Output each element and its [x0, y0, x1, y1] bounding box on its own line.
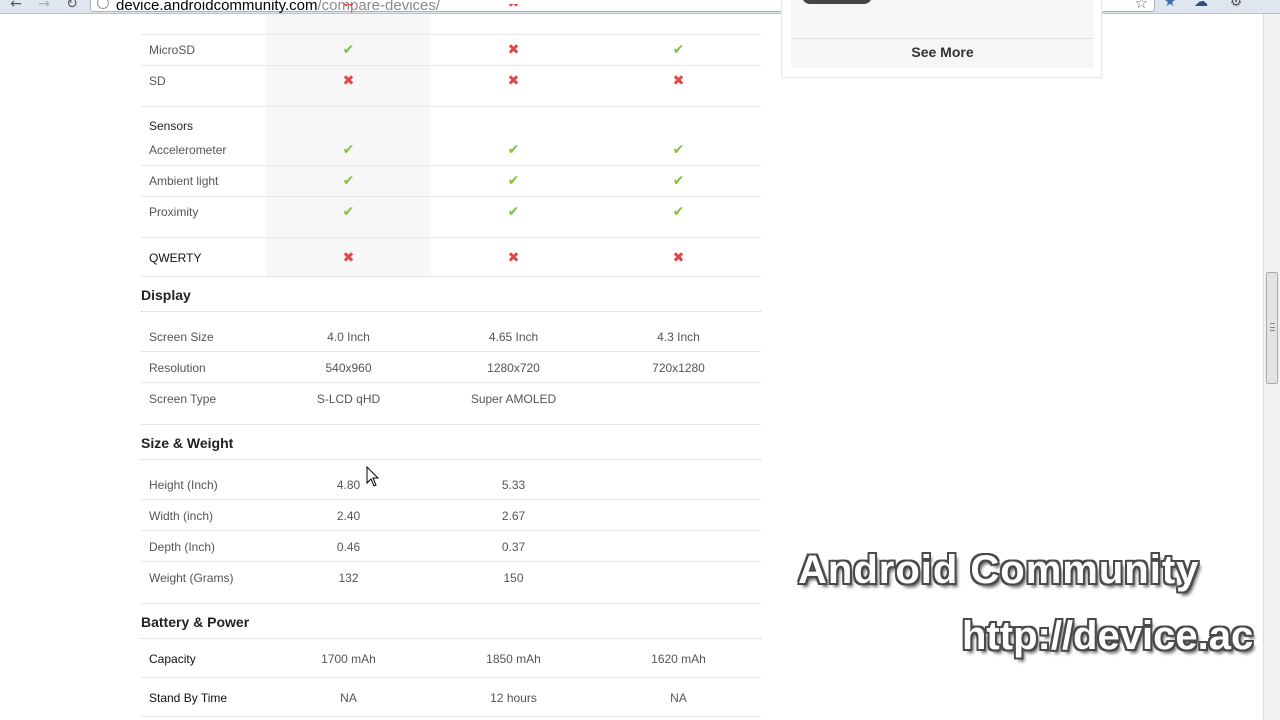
row-label: Resolution — [149, 361, 206, 375]
reload-icon[interactable]: ↻ — [62, 0, 82, 12]
cell-value: NA — [670, 691, 687, 705]
table-row-accelerometer: Accelerometer ✔ ✔ ✔ — [141, 134, 761, 165]
cell-value: S-LCD qHD — [316, 392, 381, 406]
cross-icon: ✖ — [342, 73, 355, 89]
section-title-size-weight: Size & Weight — [141, 435, 234, 451]
check-icon: ✔ — [507, 173, 520, 189]
cell-value: 1280x720 — [487, 361, 540, 375]
table-row-screen-size: Screen Size 4.0 Inch 4.65 Inch 4.3 Inch — [141, 321, 761, 352]
table-row-width: Width (inch) 2.40 2.67 — [141, 500, 761, 531]
cropped-widget-content — [802, 0, 872, 4]
row-label: Screen Type — [149, 392, 217, 406]
cell-value: 4.65 Inch — [488, 330, 539, 344]
cell-value: 2.67 — [501, 509, 526, 523]
bookmark-star-icon[interactable]: ☆ — [1135, 0, 1148, 12]
cross-icon: ✖ — [508, 4, 520, 10]
row-label: Accelerometer — [149, 143, 227, 157]
forward-arrow-icon[interactable]: → — [34, 0, 54, 12]
cell-value: 4.3 Inch — [657, 330, 700, 344]
cross-icon: ✖ — [507, 42, 520, 58]
back-arrow-icon[interactable]: ← — [6, 0, 26, 12]
table-row-proximity: Proximity ✔ ✔ ✔ — [141, 196, 761, 227]
table-row-depth: Depth (Inch) 0.46 0.37 — [141, 531, 761, 562]
see-more-button[interactable]: See More — [791, 44, 1094, 60]
row-label: Width (inch) — [149, 509, 214, 523]
row-label: Proximity — [149, 205, 199, 219]
table-row-sd: SD ✖ ✖ ✖ — [141, 65, 761, 96]
cell-value: 2.40 — [336, 509, 361, 523]
cell-value: 132 — [338, 571, 359, 585]
sensors-heading: Sensors — [149, 119, 194, 133]
cell-value: 4.0 Inch — [327, 330, 370, 344]
cell-value: NA — [340, 691, 357, 705]
wrench-icon[interactable]: ⚙ — [1227, 0, 1245, 12]
cross-icon: ✖ — [672, 73, 685, 89]
cross-icon: ✖ — [343, 4, 355, 10]
sidebar-widget: See More — [781, 0, 1102, 78]
row-label: Depth (Inch) — [149, 540, 216, 554]
table-row-weight: Weight (Grams) 132 150 — [141, 562, 761, 593]
mouse-cursor-icon — [366, 466, 380, 487]
table-row-standby-time: Stand By Time NA 12 hours NA — [141, 682, 761, 713]
cross-icon: ✖ — [342, 250, 355, 266]
row-label: MicroSD — [149, 43, 196, 57]
check-icon: ✔ — [672, 142, 685, 158]
cell-value: 1620 mAh — [651, 652, 706, 666]
check-icon: ✔ — [672, 204, 685, 220]
cell-value: 720x1280 — [652, 361, 705, 375]
check-icon: ✔ — [342, 204, 355, 220]
cell-value: 1700 mAh — [321, 652, 376, 666]
check-icon: ✔ — [672, 173, 685, 189]
cell-value: 150 — [503, 571, 524, 585]
row-label: Ambient light — [149, 174, 219, 188]
table-row-resolution: Resolution 540x960 1280x720 720x1280 — [141, 352, 761, 383]
table-row-qwerty: QWERTY ✖ ✖ ✖ — [141, 242, 761, 273]
row-label: Weight (Grams) — [149, 571, 234, 585]
globe-icon — [97, 0, 109, 9]
cell-value: 0.46 — [336, 540, 361, 554]
check-icon: ✔ — [342, 42, 355, 58]
row-label: Screen Size — [149, 330, 214, 344]
table-row-microsd: MicroSD ✔ ✖ ✔ — [141, 34, 761, 65]
row-label: Capacity — [149, 652, 196, 666]
row-label: Height (Inch) — [149, 478, 218, 492]
page-scrollbar[interactable] — [1263, 14, 1280, 720]
check-icon: ✔ — [507, 142, 520, 158]
cross-icon: ✖ — [507, 250, 520, 266]
watermark-url: http://device.ac — [962, 614, 1254, 658]
table-row-screen-type: Screen Type S-LCD qHD Super AMOLED — [141, 383, 761, 414]
watermark-title: Android Community — [798, 548, 1200, 592]
extension-star-icon[interactable]: ★ — [1161, 0, 1179, 12]
cell-value: 540x960 — [325, 361, 372, 375]
row-label: QWERTY — [149, 251, 202, 265]
table-row-capacity: Capacity 1700 mAh 1850 mAh 1620 mAh — [141, 643, 761, 674]
section-title-display: Display — [141, 287, 191, 303]
check-icon: ✔ — [507, 204, 520, 220]
check-icon: ✔ — [342, 173, 355, 189]
cell-value: 4.80 — [336, 478, 361, 492]
check-icon: ✔ — [672, 42, 685, 58]
cell-value: Super AMOLED — [470, 392, 557, 406]
cross-icon: ✖ — [507, 73, 520, 89]
check-icon: ✔ — [342, 142, 355, 158]
cross-icon: ✖ — [672, 250, 685, 266]
row-label: Stand By Time — [149, 691, 228, 705]
partial-row: ✖ ✖ — [141, 4, 761, 16]
table-row-height: Height (Inch) 4.80 5.33 — [141, 469, 761, 500]
cell-value: 12 hours — [490, 691, 537, 705]
cell-value: 1850 mAh — [486, 652, 541, 666]
table-row-ambient-light: Ambient light ✔ ✔ ✔ — [141, 165, 761, 196]
row-label: SD — [149, 74, 166, 88]
cell-value: 5.33 — [501, 478, 526, 492]
cell-value: 0.37 — [501, 540, 526, 554]
extension-cloud-icon[interactable]: ☁ — [1192, 0, 1210, 12]
scrollbar-thumb[interactable] — [1266, 272, 1278, 384]
section-title-battery: Battery & Power — [141, 614, 250, 630]
